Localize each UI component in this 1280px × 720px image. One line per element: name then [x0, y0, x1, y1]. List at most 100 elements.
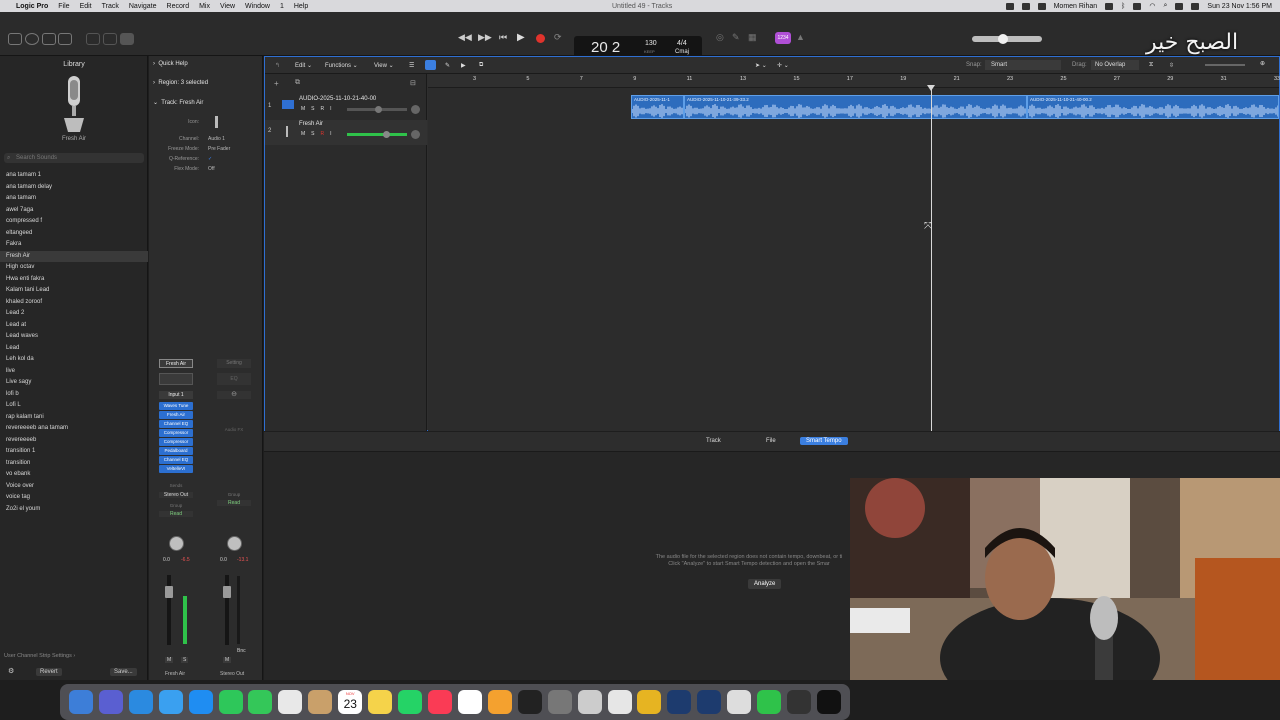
- logic-pro-icon[interactable]: [517, 690, 542, 714]
- control-center-icon[interactable]: [1175, 2, 1184, 10]
- notes-icon[interactable]: [368, 690, 393, 714]
- record-enable-button[interactable]: R: [321, 131, 325, 137]
- eq-thumbnail[interactable]: [159, 373, 193, 385]
- library-item[interactable]: lofi b: [0, 389, 148, 401]
- battery-icon[interactable]: [1105, 2, 1114, 10]
- play-icon[interactable]: ▶: [517, 32, 525, 43]
- library-item[interactable]: Zo2i el youm: [0, 504, 148, 516]
- track-name[interactable]: Fresh Air: [299, 121, 323, 127]
- library-item[interactable]: awel 7aga: [0, 205, 148, 217]
- app-icon[interactable]: [727, 690, 752, 714]
- record-button[interactable]: [536, 34, 545, 43]
- messages-icon[interactable]: [218, 690, 243, 714]
- library-item[interactable]: voice tag: [0, 492, 148, 504]
- automation-mode[interactable]: Read: [159, 511, 193, 517]
- pointer-tool-icon[interactable]: ➤ ⌄: [755, 62, 767, 69]
- audio-region[interactable]: AUDIO-2025-11-10-21-40-00.2: [1027, 95, 1279, 119]
- rewind-icon[interactable]: ◀◀: [458, 32, 472, 43]
- list-view-icon[interactable]: ☰: [409, 62, 414, 69]
- library-item[interactable]: khaled zoroof: [0, 297, 148, 309]
- tuner-icon[interactable]: ◎: [716, 32, 724, 43]
- snap-select[interactable]: Smart: [985, 60, 1061, 70]
- pan-knob[interactable]: [411, 130, 420, 139]
- drag-select[interactable]: No Overlap: [1091, 60, 1139, 70]
- mute-button[interactable]: M: [223, 657, 232, 663]
- menu-edit[interactable]: Edit: [80, 3, 92, 10]
- track-header[interactable]: ⌄ Track: Fresh Air: [153, 99, 203, 106]
- menu-file[interactable]: File: [58, 3, 69, 10]
- siri-icon[interactable]: [1191, 2, 1200, 10]
- menu-window[interactable]: Window: [245, 3, 270, 10]
- chrome-icon[interactable]: [607, 690, 632, 714]
- library-item[interactable]: compressed f: [0, 216, 148, 228]
- mute-button[interactable]: M: [301, 106, 305, 112]
- channel-strip-settings-label[interactable]: User Channel Strip Settings ›: [4, 653, 75, 659]
- bounce-button[interactable]: Bnc: [237, 648, 246, 654]
- plugin-slot[interactable]: Channel EQ: [159, 420, 193, 428]
- plugin-slot[interactable]: Compressor: [159, 429, 193, 437]
- library-item[interactable]: Lofi L: [0, 400, 148, 412]
- clock[interactable]: Sun 23 Nov 1:56 PM: [1207, 3, 1272, 10]
- library-item[interactable]: live: [0, 366, 148, 378]
- archive-icon[interactable]: [637, 690, 662, 714]
- search-icon[interactable]: ⌕: [1163, 2, 1167, 10]
- library-item[interactable]: eltangeed: [0, 228, 148, 240]
- revert-button[interactable]: Revert: [36, 668, 62, 676]
- eq-thumbnail[interactable]: EQ: [217, 373, 251, 385]
- audio-fx-slot[interactable]: Audio FX: [217, 427, 251, 432]
- music-icon[interactable]: [428, 690, 453, 714]
- library-item[interactable]: ana tamam 1: [0, 170, 148, 182]
- link-icon[interactable]: ⊖: [217, 391, 251, 399]
- reminders-icon[interactable]: [457, 690, 482, 714]
- library-item[interactable]: transition 1: [0, 446, 148, 458]
- library-item[interactable]: Voice over: [0, 481, 148, 493]
- input-monitor-button[interactable]: I: [330, 106, 331, 112]
- library-item[interactable]: Fresh Air: [0, 250, 148, 262]
- library-item[interactable]: ana tamam: [0, 193, 148, 205]
- sends-slot[interactable]: Sends: [159, 483, 193, 488]
- metronome-click-icon[interactable]: ▲: [796, 32, 805, 42]
- timeline-ruler[interactable]: 3 5 7 9 11 13 15 17 19 21 23 25 27 29 31 33: [428, 74, 1280, 88]
- wifi-icon[interactable]: ◠: [1149, 2, 1155, 10]
- playhead-marker[interactable]: [927, 85, 935, 91]
- library-item[interactable]: Lead waves: [0, 331, 148, 343]
- solo-button[interactable]: S: [311, 131, 314, 137]
- launchpad-icon[interactable]: [98, 690, 123, 714]
- library-item[interactable]: Kalam tani Lead: [0, 285, 148, 297]
- track-icon[interactable]: [215, 116, 218, 128]
- strip-setting-button[interactable]: Fresh Air: [159, 359, 193, 368]
- group-slot[interactable]: Group: [159, 503, 193, 508]
- metronome-icon[interactable]: ▦: [748, 32, 757, 43]
- audio-region[interactable]: AUDIO-2025-11-10-21-39-33.2: [684, 95, 1027, 119]
- back-icon[interactable]: ↰: [275, 62, 280, 69]
- plugin-slot[interactable]: Waves Tune: [159, 402, 193, 410]
- track-header-2[interactable]: 2 Fresh Air M S R I: [265, 120, 427, 145]
- forward-icon[interactable]: ▶▶: [478, 32, 492, 43]
- library-item[interactable]: Live sagy: [0, 377, 148, 389]
- menu-view[interactable]: View: [220, 3, 235, 10]
- app-icon[interactable]: [817, 690, 841, 714]
- vertical-zoom-icon[interactable]: ⇳: [1169, 62, 1174, 69]
- quick-help-header[interactable]: › Quick Help: [153, 61, 188, 67]
- zoom-icon[interactable]: ⊕: [1260, 60, 1265, 67]
- strip-setting-button[interactable]: Setting: [217, 359, 251, 368]
- bluetooth-icon[interactable]: ᛒ: [1121, 3, 1125, 10]
- region-header[interactable]: › Region: 3 selected: [153, 80, 208, 86]
- library-button[interactable]: [8, 33, 22, 45]
- library-item[interactable]: revereeeeb ana tamam: [0, 423, 148, 435]
- master-volume-knob[interactable]: [998, 34, 1008, 44]
- pan-knob[interactable]: [227, 536, 242, 551]
- plugin-slot[interactable]: Pedalboard: [159, 447, 193, 455]
- plugin-slot[interactable]: Fresh Air: [159, 411, 193, 419]
- global-tracks-icon[interactable]: ⊟: [410, 79, 416, 87]
- library-item[interactable]: revereeeeb: [0, 435, 148, 447]
- mute-button[interactable]: M: [165, 657, 174, 663]
- loop-icon[interactable]: ⧉: [479, 62, 483, 69]
- facetime-icon[interactable]: [248, 690, 273, 714]
- library-item[interactable]: Leh kol da: [0, 354, 148, 366]
- audio-region[interactable]: AUDIO-2025-11-1: [631, 95, 684, 119]
- safari-icon[interactable]: [128, 690, 153, 714]
- mail-icon[interactable]: [158, 690, 183, 714]
- track-folder-icon[interactable]: ⧉: [295, 79, 300, 87]
- library-item[interactable]: Fakra: [0, 239, 148, 251]
